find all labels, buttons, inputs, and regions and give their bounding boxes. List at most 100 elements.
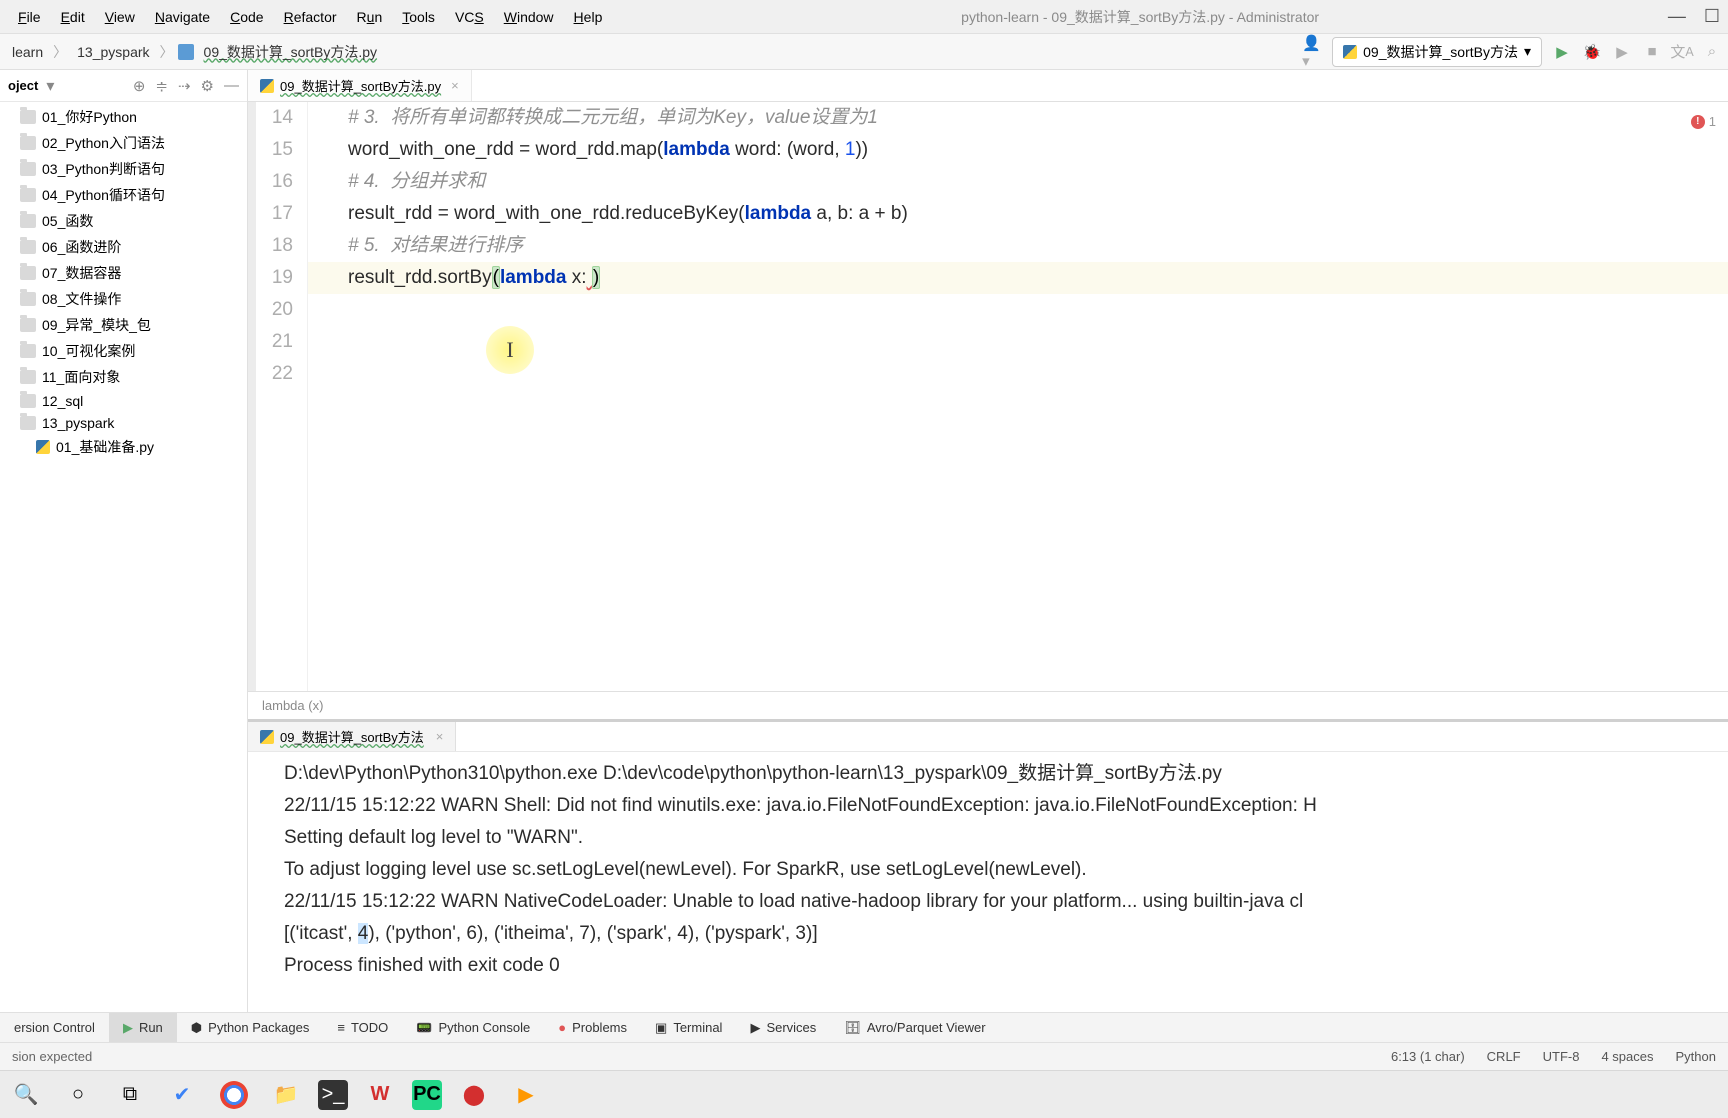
- tree-folder[interactable]: 11_面向对象: [0, 364, 247, 390]
- tab-label: Run: [139, 1020, 163, 1035]
- menu-code[interactable]: Code: [220, 5, 273, 29]
- line-separator[interactable]: CRLF: [1487, 1049, 1521, 1064]
- tab-label: Services: [766, 1020, 816, 1035]
- project-tree[interactable]: 01_你好Python 02_Python入门语法 03_Python判断语句 …: [0, 102, 247, 1012]
- tree-folder[interactable]: 08_文件操作: [0, 286, 247, 312]
- tab-python-packages[interactable]: ⬢Python Packages: [177, 1013, 324, 1042]
- tab-todo[interactable]: ≡TODO: [323, 1013, 402, 1042]
- search-icon[interactable]: 🔍: [6, 1075, 46, 1115]
- tab-python-console[interactable]: 📟Python Console: [402, 1013, 544, 1042]
- editor-tab[interactable]: 09_数据计算_sortBy方法.py ×: [248, 70, 472, 101]
- menu-navigate[interactable]: Navigate: [145, 5, 220, 29]
- code-text: result_rdd = word_with_one_rdd.reduceByK…: [348, 203, 745, 224]
- code-text: (: [492, 266, 500, 289]
- console-line: Process finished with exit code 0: [284, 950, 1716, 982]
- tree-label: 06_函数进阶: [42, 237, 121, 257]
- tree-folder[interactable]: 10_可视化案例: [0, 338, 247, 364]
- tab-services[interactable]: ▶Services: [736, 1013, 830, 1042]
- menu-refactor[interactable]: Refactor: [274, 5, 347, 29]
- expand-icon[interactable]: ≑: [155, 77, 168, 95]
- menu-help[interactable]: Help: [564, 5, 613, 29]
- folder-icon: [20, 136, 36, 150]
- indent-setting[interactable]: 4 spaces: [1601, 1049, 1653, 1064]
- tree-folder[interactable]: 13_pyspark: [0, 412, 247, 434]
- tab-version-control[interactable]: ersion Control: [0, 1013, 109, 1042]
- menu-window[interactable]: Window: [494, 5, 564, 29]
- wps-icon[interactable]: W: [360, 1075, 400, 1115]
- tree-folder[interactable]: 07_数据容器: [0, 260, 247, 286]
- code-lines[interactable]: !1 # 3. 将所有单词都转换成二元元组，单词为Key，value设置为1 w…: [308, 102, 1728, 691]
- crumb-folder[interactable]: 13_pyspark: [71, 42, 155, 62]
- run-output-tabs: 09_数据计算_sortBy方法 ×: [248, 722, 1728, 752]
- tab-terminal[interactable]: ▣Terminal: [641, 1013, 736, 1042]
- chevron-down-icon[interactable]: ▾: [46, 76, 54, 96]
- tree-label: 13_pyspark: [42, 415, 114, 431]
- tab-avro-parquet[interactable]: 🗄Avro/Parquet Viewer: [830, 1013, 999, 1042]
- console-line: 22/11/15 15:12:22 WARN NativeCodeLoader:…: [284, 886, 1716, 918]
- tree-folder[interactable]: 12_sql: [0, 390, 247, 412]
- chrome-icon[interactable]: [214, 1075, 254, 1115]
- stop-button[interactable]: ■: [1642, 42, 1662, 62]
- run-output-tab[interactable]: 09_数据计算_sortBy方法 ×: [248, 722, 456, 751]
- code-text: 1: [845, 139, 856, 160]
- warning-icon: ●: [558, 1020, 566, 1035]
- code-editor[interactable]: 14 15 16 17 18 19 20 21 22 !1 # 3. 将所有单词…: [248, 102, 1728, 691]
- tab-run[interactable]: ▶Run: [109, 1013, 177, 1042]
- run-configuration-selector[interactable]: 09_数据计算_sortBy方法 ▾: [1332, 37, 1542, 67]
- menu-tools[interactable]: Tools: [392, 5, 445, 29]
- project-label[interactable]: oject: [8, 78, 38, 93]
- tree-label: 05_函数: [42, 211, 93, 231]
- menu-view[interactable]: View: [95, 5, 145, 29]
- close-icon[interactable]: ×: [436, 729, 444, 744]
- run-button[interactable]: ▶: [1552, 42, 1572, 62]
- minimize-icon[interactable]: —: [1668, 6, 1686, 27]
- language-label[interactable]: Python: [1676, 1049, 1716, 1064]
- console-output[interactable]: D:\dev\Python\Python310\python.exe D:\de…: [248, 752, 1728, 1012]
- todo-app-icon[interactable]: ✔: [162, 1075, 202, 1115]
- crumb-file[interactable]: 09_数据计算_sortBy方法.py: [198, 40, 384, 64]
- task-view-icon[interactable]: ⧉: [110, 1075, 150, 1115]
- explorer-icon[interactable]: 📁: [266, 1075, 306, 1115]
- collapse-icon[interactable]: ⇢: [178, 77, 191, 95]
- inspection-badge[interactable]: !1: [1691, 106, 1716, 138]
- cortana-icon[interactable]: ○: [58, 1075, 98, 1115]
- tree-folder[interactable]: 04_Python循环语句: [0, 182, 247, 208]
- menu-file[interactable]: File: [8, 5, 51, 29]
- tree-folder[interactable]: 09_异常_模块_包: [0, 312, 247, 338]
- maximize-icon[interactable]: ☐: [1704, 6, 1720, 27]
- python-icon: [260, 730, 274, 744]
- tree-folder[interactable]: 02_Python入门语法: [0, 130, 247, 156]
- tree-folder[interactable]: 06_函数进阶: [0, 234, 247, 260]
- pycharm-icon[interactable]: PC: [412, 1080, 442, 1110]
- menu-vcs[interactable]: VCS: [445, 5, 494, 29]
- code-breadcrumb[interactable]: lambda (x): [248, 691, 1728, 719]
- caret-position[interactable]: 6:13 (1 char): [1391, 1049, 1465, 1064]
- user-icon[interactable]: 👤▾: [1302, 42, 1322, 62]
- hide-icon[interactable]: —: [224, 77, 239, 95]
- tree-folder[interactable]: 01_你好Python: [0, 104, 247, 130]
- folder-icon: [20, 318, 36, 332]
- tree-label: 04_Python循环语句: [42, 185, 165, 205]
- tab-problems[interactable]: ●Problems: [544, 1013, 641, 1042]
- tree-folder[interactable]: 05_函数: [0, 208, 247, 234]
- coverage-button[interactable]: ▶: [1612, 42, 1632, 62]
- file-encoding[interactable]: UTF-8: [1543, 1049, 1580, 1064]
- gear-icon[interactable]: ⚙: [201, 77, 214, 95]
- crumb-project[interactable]: learn: [6, 42, 49, 62]
- tree-file[interactable]: 01_基础准备.py: [0, 434, 247, 460]
- close-icon[interactable]: ×: [451, 78, 459, 93]
- folder-icon: [20, 292, 36, 306]
- menu-run[interactable]: Run: [347, 5, 393, 29]
- search-icon[interactable]: ⌕: [1702, 42, 1722, 62]
- run-output-panel: 09_数据计算_sortBy方法 × D:\dev\Python\Python3…: [248, 719, 1728, 1012]
- menu-edit[interactable]: Edit: [51, 5, 95, 29]
- terminal-icon[interactable]: >_: [318, 1080, 348, 1110]
- tree-label: 12_sql: [42, 393, 83, 409]
- media-icon[interactable]: ▶: [506, 1075, 546, 1115]
- tree-folder[interactable]: 03_Python判断语句: [0, 156, 247, 182]
- translate-icon[interactable]: 文A: [1672, 42, 1692, 62]
- target-icon[interactable]: ⊕: [133, 77, 146, 95]
- debug-button[interactable]: 🐞: [1582, 42, 1602, 62]
- folder-icon: [20, 394, 36, 408]
- record-icon[interactable]: ⬤: [454, 1075, 494, 1115]
